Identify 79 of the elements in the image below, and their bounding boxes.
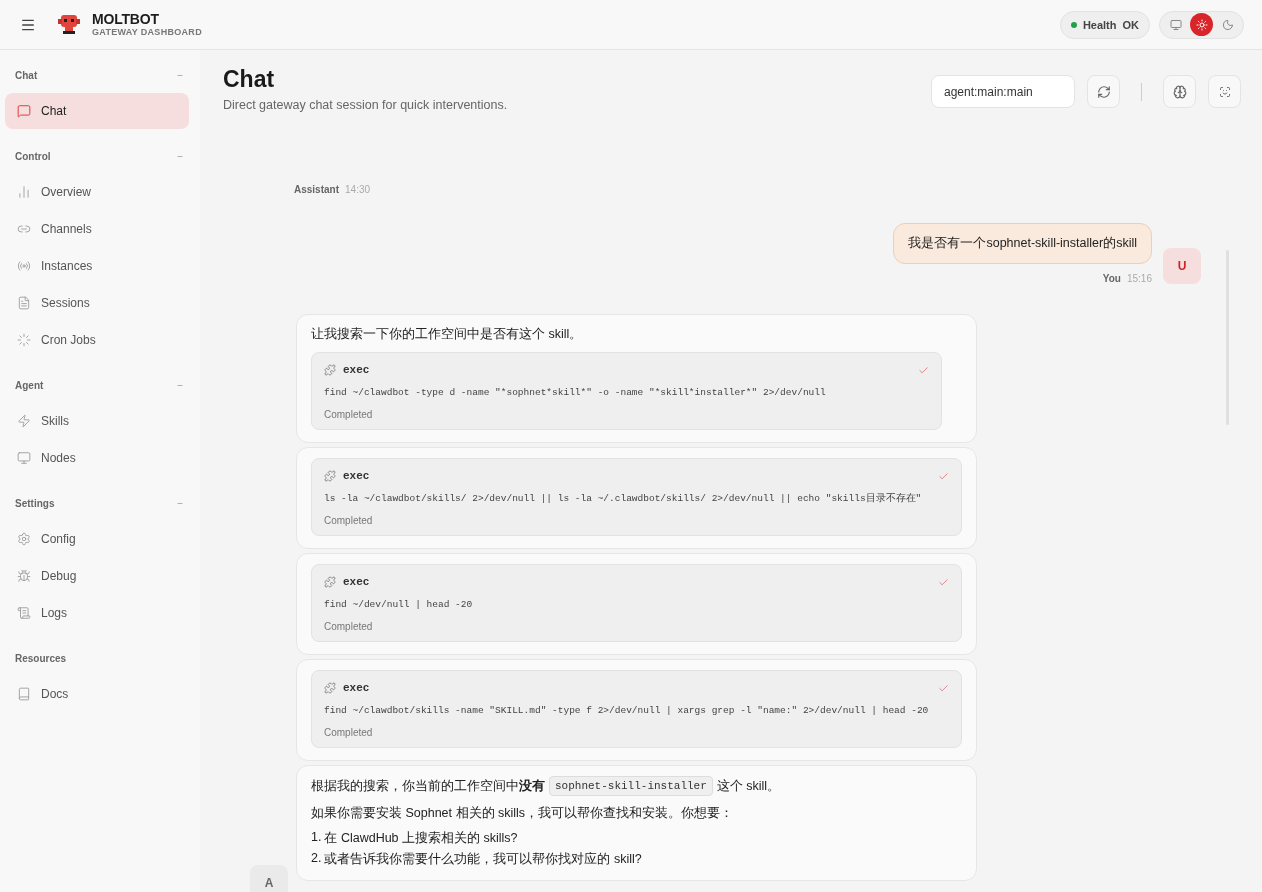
brand-subtitle: GATEWAY DASHBOARD (92, 27, 202, 38)
nav-item[interactable]: Config (5, 521, 189, 557)
nav-item[interactable]: Overview (5, 174, 189, 210)
document-icon (17, 296, 31, 310)
nav-item[interactable]: Logs (5, 595, 189, 631)
broadcast-icon (17, 259, 31, 273)
book-icon (17, 687, 31, 701)
refresh-button[interactable] (1087, 75, 1120, 108)
user-avatar: U (1163, 248, 1201, 284)
inline-code: sophnet-skill-installer (549, 776, 713, 796)
tool-status: Completed (324, 621, 374, 632)
puzzle-icon (324, 576, 336, 588)
bar-chart-icon (17, 185, 31, 199)
health-label: Health (1082, 18, 1117, 31)
lightning-icon (17, 414, 31, 428)
message-time: 15:16 (1126, 273, 1152, 284)
section-label: Chat (15, 70, 38, 81)
brain-icon (1172, 84, 1187, 99)
bug-icon (17, 569, 31, 583)
command-text: find ~/clawdbot/skills -name "SKILL.md" -type f 2>/dev/null | xargs grep -l "name:" 2>/dev/null | head -20 (324, 704, 930, 717)
list-number: 2. (311, 851, 322, 867)
message-time: 14:30 (345, 184, 371, 195)
tool-name: exec (343, 470, 370, 482)
tool-status: Completed (324, 409, 374, 420)
message-text: 这个 skill。 (716, 777, 781, 795)
link-icon (17, 222, 31, 236)
health-value: OK (1122, 18, 1139, 31)
focus-button[interactable] (1208, 75, 1241, 108)
sun-theme-button[interactable] (1190, 13, 1213, 36)
refresh-icon (1096, 84, 1111, 99)
robot-logo (57, 12, 81, 37)
page-title: Chat (223, 66, 276, 93)
list-item-text: 在 ClawdHub 上搜索相关的 skills? (324, 830, 518, 847)
puzzle-icon (324, 682, 336, 694)
nav-item[interactable]: Cron Jobs (5, 322, 189, 358)
command-text: ls -la ~/clawdbot/skills/ 2>/dev/null || ls -la ~/.clawdbot/skills/ 2>/dev/null || echo "skills目录不存在" (324, 492, 923, 505)
message-text: 根据我的搜索，你当前的工作空间中没有 (311, 777, 545, 795)
section-label: Control (15, 151, 51, 162)
section-label: Resources (15, 653, 67, 664)
focus-icon (1218, 85, 1231, 98)
tool-name: exec (343, 576, 370, 588)
nav-item[interactable]: Sessions (5, 285, 189, 321)
nav-item[interactable]: Docs (5, 676, 189, 712)
puzzle-icon (324, 470, 336, 482)
brand-name: MOLTBOT (92, 11, 160, 27)
monitor-icon (1169, 18, 1182, 31)
loader-icon (17, 333, 31, 347)
scroll-icon (17, 606, 31, 620)
nav-item[interactable]: Instances (5, 248, 189, 284)
moon-icon (1221, 18, 1234, 31)
message-text: 如果你需要安装 Sophnet 相关的 skills，我可以帮你查找和安装。你想要： (311, 805, 735, 822)
tool-name: exec (343, 682, 370, 694)
nav-item[interactable]: Chat (5, 93, 189, 129)
command-text: find ~/dev/null | head -20 (324, 598, 474, 611)
nav-item[interactable]: Nodes (5, 440, 189, 476)
page-subtitle: Direct gateway chat session for quick interventions. (223, 98, 508, 112)
monitor-icon (17, 451, 31, 465)
puzzle-icon (324, 364, 336, 376)
message-text: 让我搜索一下你的工作空间中是否有这个 skill。 (311, 326, 584, 343)
tool-name: exec (343, 364, 370, 376)
sun-icon (1195, 18, 1208, 31)
tool-status: Completed (324, 515, 374, 526)
settings-icon (17, 532, 31, 546)
session-field[interactable]: agent:main:main (931, 75, 1075, 108)
list-number: 1. (311, 830, 322, 846)
nav-item[interactable]: Debug (5, 558, 189, 594)
section-label: Settings (15, 498, 55, 509)
assistant-avatar: A (250, 865, 288, 892)
brain-button[interactable] (1163, 75, 1196, 108)
chat-icon (17, 104, 31, 118)
section-label: Agent (15, 380, 44, 391)
nav-item[interactable]: Channels (5, 211, 189, 247)
sender-name: Assistant (294, 184, 339, 195)
user-message: 我是否有一个sophnet-skill-installer的skill (893, 223, 1152, 264)
tool-status: Completed (324, 727, 374, 738)
command-text: find ~/clawdbot -type d -name "*sophnet*skill*" -o -name "*skill*installer*" 2>/dev/null (324, 386, 827, 399)
nav-item[interactable]: Skills (5, 403, 189, 439)
list-item-text: 或者告诉我你需要什么功能，我可以帮你找对应的 skill? (324, 851, 642, 868)
sender-name: You (1102, 273, 1121, 284)
